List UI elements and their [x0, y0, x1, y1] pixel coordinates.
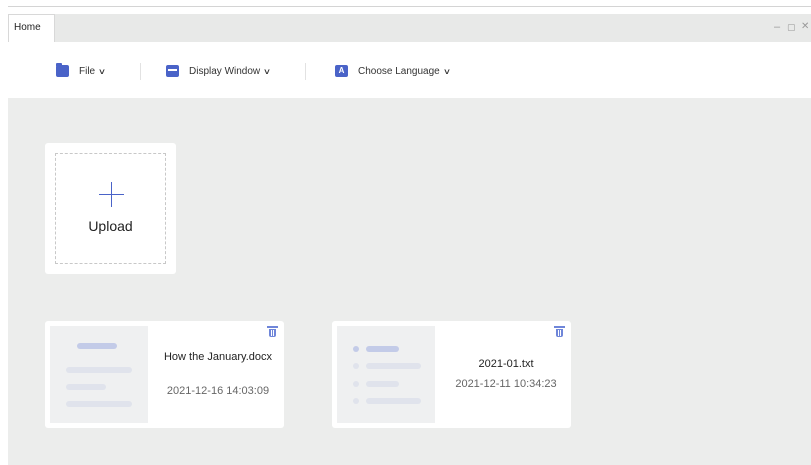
file-date: 2021-12-11 10:34:23 — [455, 378, 557, 390]
display-window-label: Display Window — [189, 65, 261, 77]
file-name: How the January.docx — [163, 351, 273, 363]
thumbnail-line — [66, 401, 132, 407]
toolbar: File ∨ Display Window ∨ A Choose Languag… — [8, 42, 811, 98]
close-icon[interactable]: ✕ — [801, 21, 809, 32]
chevron-down-icon: ∨ — [262, 66, 272, 76]
thumbnail-line — [77, 343, 117, 349]
minimize-icon[interactable]: – — [774, 21, 780, 33]
thumbnail-line — [66, 384, 106, 390]
upload-label: Upload — [88, 218, 133, 234]
trash-icon[interactable] — [554, 326, 565, 337]
toolbar-divider — [305, 63, 306, 80]
thumbnail-dot — [353, 381, 359, 387]
thumbnail-dot — [353, 346, 359, 352]
tab-bar: Home – ▢ ✕ — [8, 14, 811, 42]
folder-icon — [56, 63, 69, 77]
file-name: 2021-01.txt — [478, 358, 534, 370]
upload-dropzone[interactable]: Upload — [55, 153, 166, 264]
thumbnail-line — [366, 381, 399, 387]
upload-button[interactable]: Upload — [45, 143, 176, 274]
text-thumbnail — [337, 326, 435, 423]
thumbnail-dot — [353, 398, 359, 404]
thumbnail-line — [366, 346, 399, 352]
file-date: 2021-12-16 14:03:09 — [166, 385, 270, 397]
language-icon: A — [335, 65, 348, 77]
file-card[interactable]: 2021-01.txt 2021-12-11 10:34:23 — [332, 321, 571, 428]
chevron-down-icon: ∨ — [442, 66, 451, 76]
file-menu-label: File — [79, 65, 96, 77]
toolbar-divider — [140, 63, 141, 80]
trash-icon[interactable] — [267, 326, 278, 337]
file-card[interactable]: How the January.docx 2021-12-16 14:03:09 — [45, 321, 284, 428]
plus-icon — [99, 182, 124, 207]
thumbnail-line — [366, 363, 421, 369]
thumbnail-dot — [353, 363, 359, 369]
file-menu-button[interactable]: File ∨ — [56, 63, 107, 77]
choose-language-button[interactable]: A Choose Language ∨ — [335, 65, 451, 77]
restore-icon[interactable]: ▢ — [787, 22, 796, 33]
top-divider — [8, 6, 811, 7]
document-thumbnail — [50, 326, 148, 423]
thumbnail-line — [366, 398, 421, 404]
main-area: Upload How the January.docx 2021-12-16 1… — [8, 98, 811, 465]
choose-language-label: Choose Language — [358, 65, 440, 77]
display-window-button[interactable]: Display Window ∨ — [166, 65, 272, 77]
window-icon — [166, 65, 179, 77]
tab-home[interactable]: Home — [8, 14, 55, 42]
chevron-down-icon: ∨ — [97, 66, 107, 76]
thumbnail-line — [66, 367, 132, 373]
